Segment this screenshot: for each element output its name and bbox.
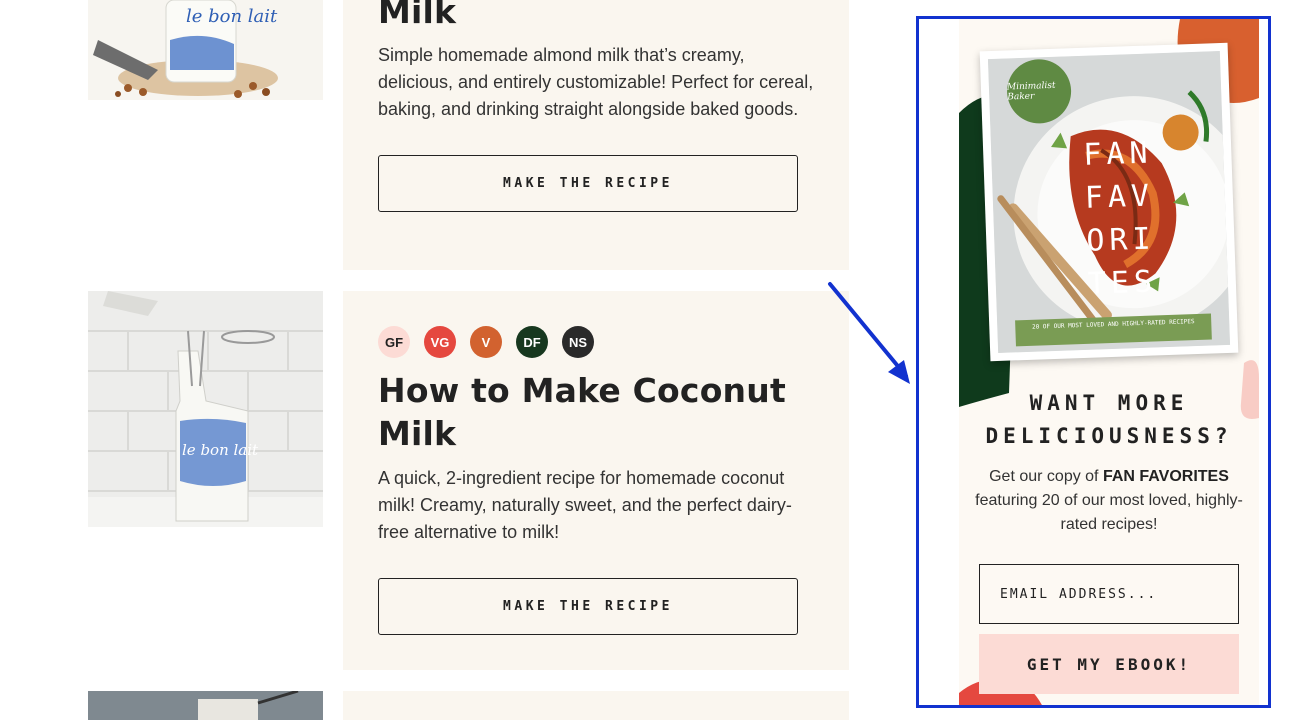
widget-text-bold: FAN FAVORITES: [1102, 468, 1229, 485]
widget-text-prefix: Get our copy of: [989, 468, 1103, 485]
widget-text-suffix: featuring 20 of our most loved, highly-r…: [975, 492, 1243, 533]
annotation-arrow-icon: [828, 282, 910, 384]
make-recipe-button[interactable]: MAKE THE RECIPE: [378, 155, 798, 212]
next-recipe-photo[interactable]: [88, 691, 323, 720]
badge-gluten-free[interactable]: GF: [378, 326, 410, 358]
widget-heading: WANT MORE DELICIOUSNESS?: [985, 391, 1233, 448]
badge-vegan[interactable]: VG: [424, 326, 456, 358]
email-field[interactable]: [979, 564, 1239, 624]
recipe-card-next: [343, 691, 849, 720]
next-recipe-image: [88, 691, 323, 720]
ebook-signup-widget: Minimalist Baker FAN FAV ORI TES 20 OF O…: [916, 16, 1271, 708]
recipe-card-coconut-milk: GF VG V DF NS How to Make Coconut Milk A…: [343, 291, 849, 670]
jar-label: le bon lait: [186, 6, 278, 27]
almond-milk-photo[interactable]: le bon lait: [88, 0, 323, 100]
dietary-badges: GF VG V DF NS: [378, 326, 814, 358]
ebook-title: FAN FAV ORI TES: [1082, 135, 1158, 302]
ebook-signup-panel: Minimalist Baker FAN FAV ORI TES 20 OF O…: [959, 19, 1259, 705]
badge-dairy-free[interactable]: DF: [516, 326, 548, 358]
make-recipe-button[interactable]: MAKE THE RECIPE: [378, 578, 798, 635]
ebook-cover-art: Minimalist Baker FAN FAV ORI TES 20 OF O…: [987, 51, 1231, 353]
ebook-cover[interactable]: Minimalist Baker FAN FAV ORI TES 20 OF O…: [979, 42, 1239, 362]
badge-vegetarian[interactable]: V: [470, 326, 502, 358]
recipe-description: A quick, 2-ingredient recipe for homemad…: [378, 468, 792, 542]
coconut-milk-image: [88, 291, 323, 527]
jar-label: le bon lait: [182, 441, 259, 459]
coconut-milk-photo[interactable]: le bon lait: [88, 291, 323, 527]
recipe-title[interactable]: How to Make Coconut Milk: [378, 369, 814, 455]
get-ebook-button[interactable]: GET MY EBOOK!: [979, 634, 1239, 694]
widget-description: Get our copy of FAN FAVORITES featuring …: [969, 465, 1249, 537]
badge-no-sugar[interactable]: NS: [562, 326, 594, 358]
recipe-title[interactable]: Milk: [378, 0, 814, 33]
recipe-card-almond-milk: Milk Simple homemade almond milk that’s …: [343, 0, 849, 270]
recipe-description: Simple homemade almond milk that’s cream…: [378, 45, 814, 119]
